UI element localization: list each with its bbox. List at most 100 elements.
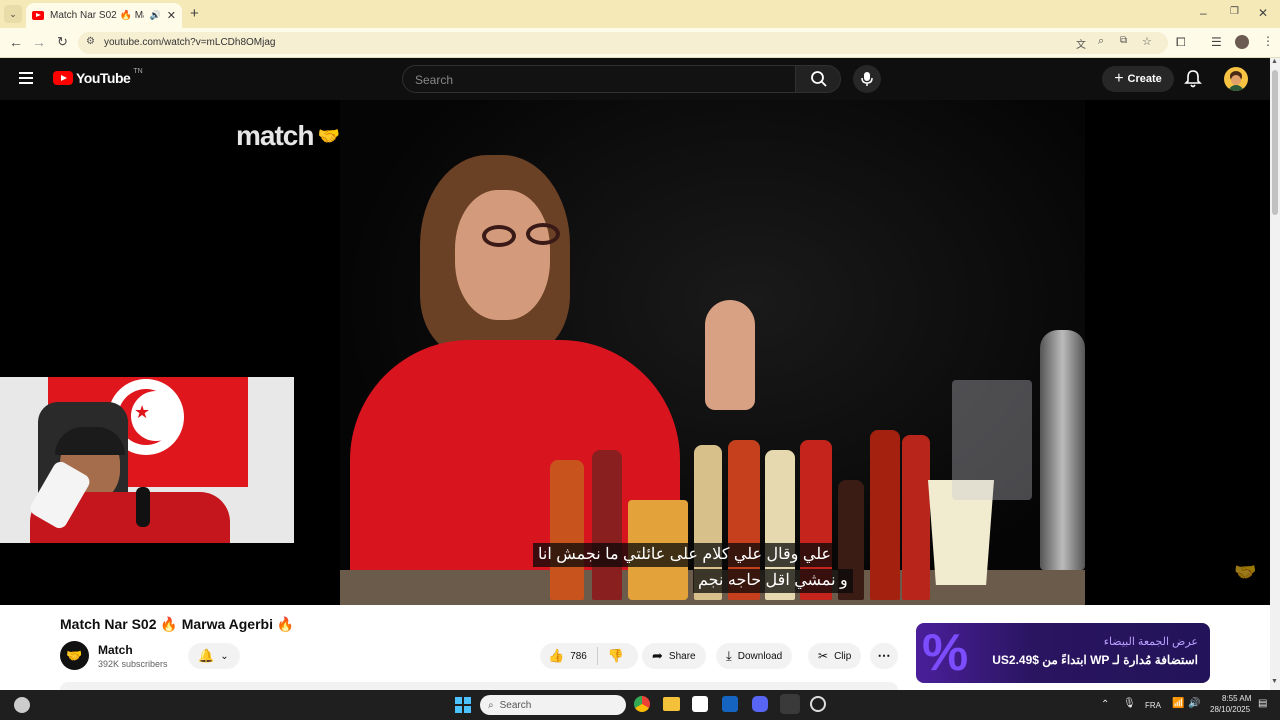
- site-info-icon[interactable]: ⚙: [86, 36, 95, 47]
- back-icon[interactable]: ←: [9, 34, 23, 50]
- description-box-edge: [60, 682, 898, 690]
- scroll-down-icon[interactable]: ▼: [1271, 678, 1278, 685]
- discord-icon[interactable]: [752, 696, 768, 712]
- url-text: youtube.com/watch?v=mLCDh8OMjag: [104, 37, 276, 48]
- windows-taskbar: ⌕ Search ⌃ 🎙 FRA 📶 🔊 8:55 AM 28/10/2025 …: [0, 690, 1280, 720]
- download-button[interactable]: ⤓ Download: [716, 643, 793, 669]
- voice-search-button[interactable]: [853, 65, 881, 93]
- match-watermark: match 🤝: [236, 120, 340, 151]
- extensions-icon[interactable]: ⧠: [1176, 35, 1186, 50]
- clip-button[interactable]: ✂ Clip: [808, 643, 862, 669]
- sponsored-banner[interactable]: % عرض الجمعة البيضاء استضافة مُدارة لـ W…: [916, 623, 1210, 683]
- scissors-icon: ✂: [818, 649, 829, 663]
- siphon-bottle: [1040, 330, 1085, 570]
- subscribed-notifications-button[interactable]: 🔔 ⌄: [188, 643, 240, 669]
- ad-line-2: استضافة مُدارة لـ WP ابتداءً من US2.49$: [992, 653, 1198, 667]
- like-button[interactable]: 👍 786 👎: [540, 643, 638, 669]
- search-icon: ⌕: [488, 699, 494, 711]
- channel-avatar[interactable]: 🤝: [60, 641, 89, 670]
- like-count: 786: [570, 650, 587, 662]
- mail-icon[interactable]: [722, 696, 738, 712]
- restore-icon[interactable]: ❐: [1230, 6, 1239, 17]
- browser-tab-strip: ⌄ Match Nar S02 🔥 Marwa A 🔊 ✕ + – ❐ ✕: [0, 0, 1280, 28]
- chevron-down-icon: ⌄: [220, 650, 229, 662]
- account-avatar[interactable]: [1224, 67, 1248, 91]
- chrome-active-icon[interactable]: [780, 694, 800, 714]
- wifi-icon[interactable]: 📶: [1172, 698, 1184, 709]
- streamer-webcam: ★: [0, 377, 294, 543]
- region-code: TN: [133, 67, 143, 75]
- channel-corner-watermark-icon[interactable]: 🤝: [1234, 562, 1256, 583]
- ad-line-1: عرض الجمعة البيضاء: [1103, 636, 1198, 648]
- tray-microphone-icon[interactable]: 🎙: [1123, 698, 1136, 709]
- chrome-taskbar-icon[interactable]: [634, 696, 650, 712]
- create-label: Create: [1127, 73, 1162, 85]
- reading-list-icon[interactable]: ☰: [1211, 35, 1222, 49]
- close-window-icon[interactable]: ✕: [1258, 6, 1268, 20]
- thumbs-up-icon: 👍: [548, 648, 565, 663]
- search-icon: [811, 71, 827, 87]
- subtitle-line-2: و نمشي اقل حاجه نجم: [693, 569, 853, 593]
- bookmark-star-icon[interactable]: ☆: [1142, 35, 1152, 48]
- volume-icon[interactable]: 🔊: [1188, 698, 1200, 709]
- store-icon[interactable]: [692, 696, 708, 712]
- clock-time[interactable]: 8:55 AM: [1222, 694, 1251, 703]
- zoom-icon[interactable]: ⌕: [1098, 35, 1104, 48]
- youtube-logo[interactable]: YouTube TN: [53, 67, 143, 86]
- forward-icon[interactable]: →: [32, 34, 46, 50]
- video-player[interactable]: match 🤝 ★ علي وقال علي كلام على عائلتي م…: [0, 100, 1270, 605]
- taskbar-search[interactable]: ⌕ Search: [480, 695, 626, 715]
- notification-center-icon[interactable]: ▤: [1258, 698, 1267, 709]
- tab-title: Match Nar S02 🔥 Marwa A: [50, 10, 144, 21]
- app-icon[interactable]: [810, 696, 826, 712]
- hamburger-menu-icon[interactable]: [19, 72, 33, 84]
- notifications-bell-icon[interactable]: [1184, 69, 1202, 89]
- tray-chevron-icon[interactable]: ⌃: [1101, 699, 1109, 710]
- more-actions-button[interactable]: ⋯: [870, 643, 898, 669]
- clock-date[interactable]: 28/10/2025: [1210, 705, 1250, 714]
- share-button[interactable]: ➦ Share: [642, 643, 706, 669]
- browser-menu-icon[interactable]: ⋮: [1262, 34, 1274, 48]
- start-button[interactable]: [455, 697, 471, 713]
- scrollbar-thumb[interactable]: [1272, 70, 1278, 215]
- share-icon: ➦: [652, 648, 663, 663]
- file-explorer-icon[interactable]: [663, 697, 680, 711]
- translate-icon[interactable]: 文: [1076, 36, 1086, 51]
- more-horizontal-icon: ⋯: [877, 648, 891, 663]
- video-title: Match Nar S02 🔥 Marwa Agerbi 🔥: [60, 616, 295, 632]
- video-details: Match Nar S02 🔥 Marwa Agerbi 🔥 🤝 Match 3…: [0, 605, 1270, 690]
- minimize-icon[interactable]: –: [1200, 6, 1207, 20]
- tab-close-icon[interactable]: ✕: [167, 9, 176, 22]
- language-indicator[interactable]: FRA: [1145, 701, 1161, 710]
- bell-icon: 🔔: [198, 648, 215, 663]
- weather-icon[interactable]: [14, 697, 30, 713]
- youtube-play-icon: [53, 71, 73, 85]
- microphone-icon: [861, 72, 873, 86]
- glass: [952, 380, 1032, 500]
- handshake-logo-icon: 🤝: [317, 125, 340, 146]
- subtitle-line-1: علي وقال علي كلام على عائلتي ما نجمش انا: [533, 543, 837, 567]
- download-icon: ⤓: [726, 648, 732, 663]
- search-placeholder: Search: [415, 73, 454, 87]
- address-bar[interactable]: ⚙ youtube.com/watch?v=mLCDh8OMjag 文 ⌕ ⧉ …: [78, 32, 1168, 54]
- scroll-up-icon[interactable]: ▲: [1271, 58, 1278, 65]
- page-scrollbar[interactable]: ▲ ▼: [1270, 58, 1280, 690]
- youtube-wordmark: YouTube: [76, 70, 131, 86]
- search-input[interactable]: Search: [402, 65, 796, 93]
- tab-search-button[interactable]: ⌄: [4, 5, 22, 23]
- reload-icon[interactable]: ↻: [57, 34, 68, 50]
- subscriber-count: 392K subscribers: [98, 659, 168, 669]
- browser-toolbar: ← → ↻ ⚙ youtube.com/watch?v=mLCDh8OMjag …: [0, 28, 1280, 58]
- channel-name[interactable]: Match: [98, 643, 133, 657]
- youtube-favicon-icon: [32, 11, 44, 20]
- plus-icon: +: [1114, 70, 1124, 87]
- dislike-button[interactable]: 👎: [608, 648, 624, 664]
- browser-tab[interactable]: Match Nar S02 🔥 Marwa A 🔊 ✕: [26, 3, 182, 28]
- speaker-icon[interactable]: 🔊: [150, 10, 161, 21]
- install-icon[interactable]: ⧉: [1120, 35, 1127, 46]
- youtube-header: YouTube TN Search + Create: [0, 58, 1270, 100]
- profile-avatar[interactable]: [1235, 35, 1249, 49]
- search-button[interactable]: [795, 65, 841, 93]
- new-tab-button[interactable]: +: [190, 5, 199, 22]
- create-button[interactable]: + Create: [1102, 66, 1174, 92]
